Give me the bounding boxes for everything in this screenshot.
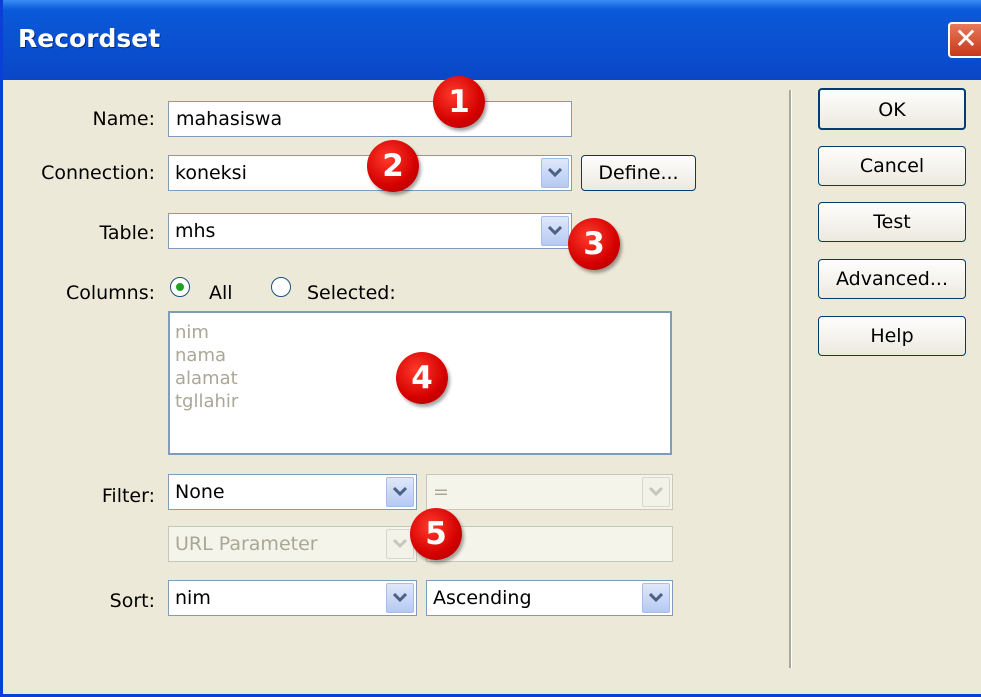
annotation-badge-3: 3 (568, 218, 620, 270)
radio-selected-dot (176, 283, 184, 291)
filter-label: Filter: (101, 485, 155, 507)
ok-button[interactable]: OK (818, 88, 966, 130)
columns-selected-radio[interactable] (271, 277, 291, 297)
filter-param-type-value: URL Parameter (175, 533, 318, 555)
annotation-badge-5: 5 (410, 508, 462, 560)
sort-column-value: nim (175, 587, 211, 609)
connection-value: koneksi (175, 162, 247, 184)
name-input[interactable]: mahasiswa (168, 101, 572, 137)
table-label: Table: (99, 222, 155, 244)
cancel-button[interactable]: Cancel (818, 146, 966, 186)
sort-order-select[interactable]: Ascending (426, 580, 673, 616)
annotation-badge-4: 4 (396, 352, 448, 404)
table-value: mhs (175, 220, 216, 242)
list-item: nim (175, 322, 209, 343)
chevron-down-icon[interactable] (386, 477, 414, 507)
title-bar[interactable]: Recordset ✕ (3, 0, 981, 80)
chevron-down-icon[interactable] (386, 583, 414, 613)
sort-order-value: Ascending (433, 587, 532, 609)
close-icon: ✕ (954, 22, 978, 55)
filter-param-type-select[interactable]: URL Parameter (168, 526, 417, 562)
filter-operator-select[interactable]: = (426, 474, 673, 510)
help-button[interactable]: Help (818, 316, 966, 356)
chevron-down-icon[interactable] (541, 216, 569, 246)
recordset-dialog: Recordset ✕ Name: mahasiswa Connection: … (0, 0, 981, 697)
chevron-down-icon[interactable] (541, 158, 569, 188)
define-button[interactable]: Define... (581, 155, 696, 191)
chevron-down-icon (642, 477, 670, 507)
sort-column-select[interactable]: nim (168, 580, 417, 616)
filter-operator-value: = (433, 481, 449, 503)
connection-label: Connection: (41, 162, 155, 184)
close-button[interactable]: ✕ (948, 22, 981, 58)
annotation-badge-2: 2 (367, 140, 419, 192)
window-title: Recordset (18, 24, 161, 53)
columns-all-label: All (209, 282, 233, 304)
columns-selected-label: Selected: (307, 282, 396, 304)
vertical-divider (789, 90, 792, 668)
sort-label: Sort: (109, 590, 155, 612)
test-button[interactable]: Test (818, 202, 966, 242)
filter-param-input[interactable] (426, 526, 673, 562)
table-select[interactable]: mhs (168, 213, 572, 249)
filter-column-value: None (175, 481, 225, 503)
name-label: Name: (92, 108, 155, 130)
columns-all-radio[interactable] (170, 277, 190, 297)
annotation-badge-1: 1 (433, 76, 485, 128)
advanced-button[interactable]: Advanced... (818, 259, 966, 299)
filter-column-select[interactable]: None (168, 474, 417, 510)
chevron-down-icon[interactable] (642, 583, 670, 613)
columns-label: Columns: (65, 282, 155, 304)
